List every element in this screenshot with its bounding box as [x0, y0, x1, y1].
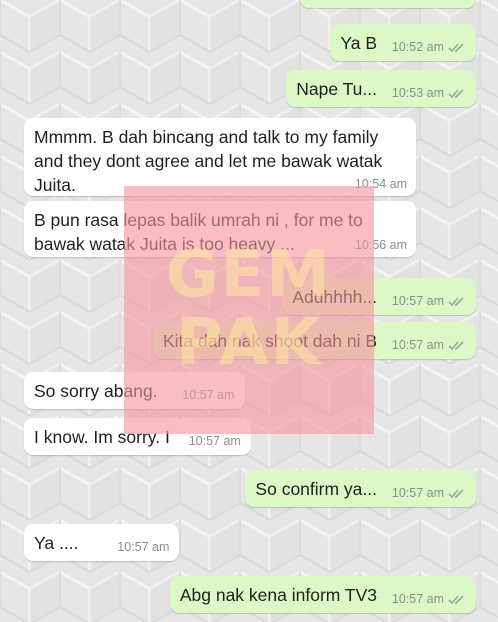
read-ticks-icon — [448, 88, 464, 98]
message-text: So confirm ya... — [255, 479, 377, 499]
message-bubble-outgoing[interactable]: Kita dah nak shoot dah ni B 10:57 am — [152, 322, 476, 359]
message-meta: 10:57 am — [392, 338, 466, 352]
message-meta: 10:57 am — [189, 434, 241, 448]
message-time: 10:57 am — [391, 338, 444, 352]
conversation: 10:52 am Ya B 10:52 am Nape Tu... 10:53 … — [0, 0, 498, 622]
message-time: 10:57 am — [391, 486, 444, 500]
message-bubble-outgoing[interactable]: Nape Tu... 10:53 am — [286, 70, 476, 107]
read-ticks-icon — [448, 488, 464, 498]
message-partial-top[interactable]: 10:52 am — [300, 0, 476, 8]
message-text: Kita dah nak shoot dah ni B — [162, 331, 377, 351]
message-meta: 10:57 am — [392, 486, 466, 500]
message-text: Mmmm. B dah bincang and talk to my famil… — [34, 127, 383, 195]
message-time: 10:57 am — [391, 294, 444, 308]
message-time: 10:57 am — [188, 434, 241, 448]
message-text: Abg nak kena inform TV3 — [179, 585, 377, 605]
message-bubble-outgoing[interactable]: Abg nak kena inform TV3 10:57 am — [169, 576, 476, 613]
read-ticks-icon — [448, 42, 464, 52]
message-meta: 10:57 am — [392, 294, 466, 308]
message-bubble-incoming[interactable]: Ya .... 10:57 am — [24, 524, 180, 561]
message-time: 10:52 am — [391, 40, 444, 54]
message-time: 10:54 am — [354, 177, 407, 191]
message-bubble-incoming[interactable]: I know. Im sorry. I 10:57 am — [24, 418, 251, 455]
message-time: 10:53 am — [391, 86, 444, 100]
message-time: 10:57 am — [182, 388, 235, 402]
message-time: 10:57 am — [117, 540, 170, 554]
message-text: Ya .... — [34, 533, 79, 553]
read-ticks-icon — [448, 340, 464, 350]
message-text: Nape Tu... — [296, 79, 377, 99]
read-ticks-icon — [448, 594, 464, 604]
message-meta: 10:56 am — [355, 238, 407, 252]
message-bubble-outgoing[interactable]: So confirm ya... 10:57 am — [245, 470, 476, 507]
message-time: 10:57 am — [391, 592, 444, 606]
message-text: B pun rasa lepas balik umrah ni , for me… — [34, 210, 363, 254]
message-text: Aduhhhh... — [292, 287, 377, 307]
message-meta: 10:54 am — [355, 177, 407, 191]
message-meta: 10:57 am — [182, 388, 234, 402]
message-bubble-outgoing[interactable]: Aduhhhh... 10:57 am — [282, 278, 476, 315]
message-text: I know. Im sorry. I — [34, 427, 170, 447]
message-bubble-incoming[interactable]: So sorry abang. 10:57 am — [24, 372, 245, 409]
message-bubble-incoming[interactable]: B pun rasa lepas balik umrah ni , for me… — [24, 201, 416, 257]
message-text: Ya B — [340, 33, 377, 53]
message-time: 10:56 am — [354, 238, 407, 252]
read-ticks-icon — [448, 296, 464, 306]
message-meta: 10:53 am — [392, 86, 466, 100]
message-text: So sorry abang. — [34, 381, 158, 401]
message-bubble-outgoing[interactable]: Ya B 10:52 am — [330, 24, 476, 61]
message-meta: 10:57 am — [117, 540, 169, 554]
message-meta: 10:52 am — [392, 40, 466, 54]
message-bubble-incoming[interactable]: Mmmm. B dah bincang and talk to my famil… — [24, 118, 416, 196]
message-meta: 10:57 am — [392, 592, 466, 606]
